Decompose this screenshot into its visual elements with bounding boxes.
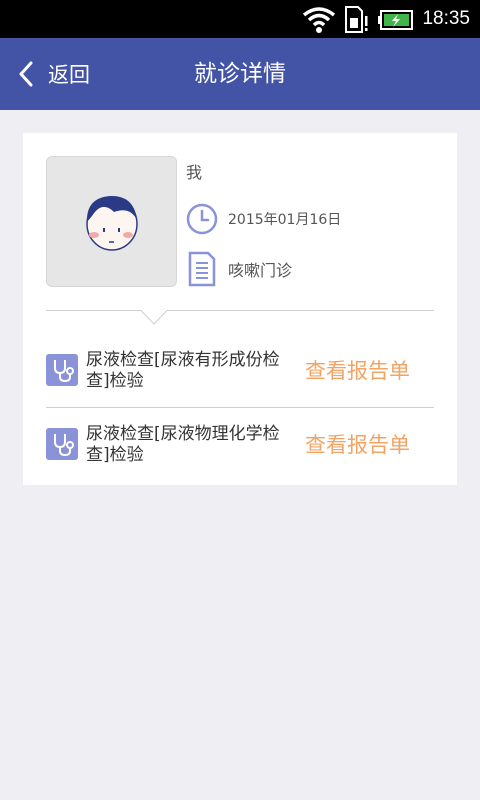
avatar bbox=[46, 156, 177, 287]
battery-charging-icon bbox=[378, 10, 413, 30]
exam-item: 尿液检查[尿液有形成份检查]检验 查看报告单 bbox=[46, 336, 434, 408]
stethoscope-icon bbox=[46, 428, 78, 460]
document-icon bbox=[188, 251, 216, 287]
visit-date: 2015年01月16日 bbox=[228, 212, 342, 228]
visit-detail-card: 我 2015年01月16日 咳嗽门诊 尿液检查[尿液有形成份检查]检验 查看报告… bbox=[23, 133, 457, 485]
exam-name: 尿液检查[尿液有形成份检查]检验 bbox=[86, 350, 280, 391]
nav-bar: 返回 就诊详情 bbox=[0, 38, 480, 110]
view-report-button[interactable]: 查看报告单 bbox=[305, 429, 410, 459]
patient-name: 我 bbox=[186, 163, 203, 182]
exam-item: 尿液检查[尿液物理化学检查]检验 查看报告单 bbox=[46, 410, 434, 482]
back-button[interactable]: 返回 bbox=[18, 54, 118, 94]
section-divider bbox=[46, 310, 434, 325]
sim-card-icon bbox=[345, 6, 368, 33]
chevron-left-icon bbox=[19, 61, 33, 87]
wifi-icon bbox=[302, 7, 336, 33]
department-name: 咳嗽门诊 bbox=[228, 261, 293, 280]
exam-name: 尿液检查[尿液物理化学检查]检验 bbox=[86, 424, 280, 465]
back-label: 返回 bbox=[48, 63, 90, 87]
item-divider bbox=[46, 407, 434, 408]
clock-icon bbox=[186, 203, 218, 235]
department-row: 咳嗽门诊 bbox=[186, 251, 292, 287]
boy-avatar-icon bbox=[86, 195, 138, 251]
visit-date-row: 2015年01月16日 bbox=[186, 203, 341, 235]
stethoscope-icon bbox=[46, 354, 78, 386]
clock-time: 18:35 bbox=[422, 8, 470, 29]
view-report-button[interactable]: 查看报告单 bbox=[305, 355, 410, 385]
status-bar: 18:35 bbox=[0, 0, 480, 38]
